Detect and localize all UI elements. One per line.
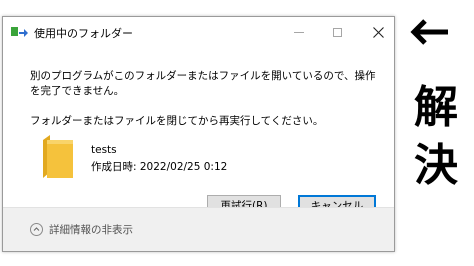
close-button[interactable] xyxy=(365,21,391,43)
folder-transfer-icon xyxy=(11,27,28,37)
minimize-button xyxy=(286,21,312,43)
minimize-icon xyxy=(294,31,304,33)
dialog-footer: 詳細情報の非表示 xyxy=(3,207,394,251)
instruction-message: フォルダーまたはファイルを閉じてから再実行してください。 xyxy=(30,115,324,127)
error-message: 別のプログラムがこのフォルダーまたはファイルを開いているので、操作を完了できませ… xyxy=(30,70,376,97)
collapse-details-button[interactable] xyxy=(30,223,43,236)
annotation-char-2: 決 xyxy=(414,140,458,191)
folder-in-use-dialog: 使用中のフォルダー 別のプログラムがこのフォルダーまたはファイルを開いているので… xyxy=(2,16,395,252)
window-title: 使用中のフォルダー xyxy=(34,27,133,40)
folder-icon xyxy=(43,135,73,178)
hide-details-link[interactable]: 詳細情報の非表示 xyxy=(49,222,133,237)
title-bar[interactable]: 使用中のフォルダー xyxy=(3,17,394,47)
close-icon xyxy=(372,26,384,38)
file-created-date: 作成日時: 2022/02/25 0:12 xyxy=(91,161,228,173)
left-arrow-icon xyxy=(410,19,448,45)
maximize-button xyxy=(324,21,350,43)
file-name: tests xyxy=(91,144,117,156)
annotation-char-1: 解 xyxy=(414,82,458,133)
chevron-up-icon xyxy=(33,227,40,231)
maximize-icon xyxy=(332,27,342,37)
